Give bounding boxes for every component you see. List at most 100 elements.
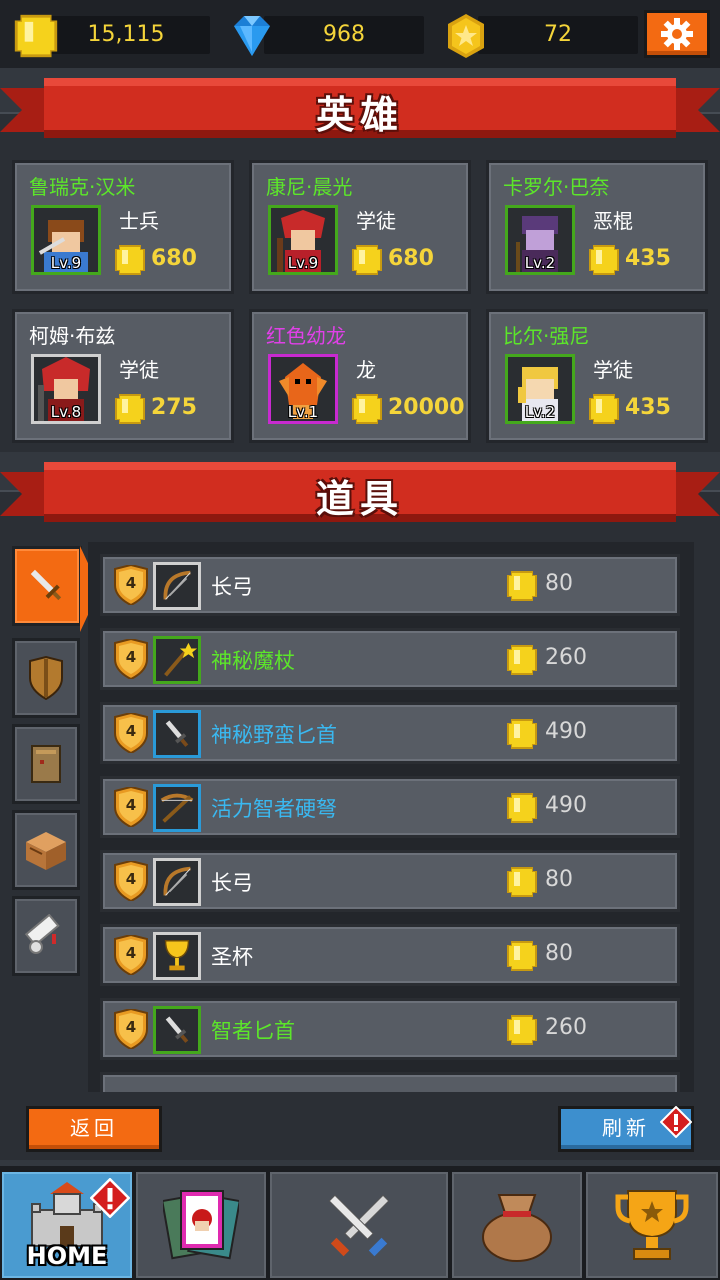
nav-battle[interactable] bbox=[268, 1170, 450, 1280]
gem-value: 968 bbox=[323, 22, 365, 47]
item-tier: 4 bbox=[125, 1018, 137, 1036]
armor-icon bbox=[31, 745, 61, 783]
back-button[interactable]: 返回 bbox=[26, 1106, 162, 1152]
item-tier: 4 bbox=[125, 870, 137, 888]
bow-icon bbox=[163, 570, 191, 600]
hero-class: 学徒 bbox=[119, 358, 159, 382]
item-icon-frame bbox=[153, 784, 201, 832]
gem-counter: 968 bbox=[228, 12, 424, 56]
hero-name: 卡罗尔·巴奈 bbox=[503, 175, 610, 199]
item-tier: 4 bbox=[125, 574, 137, 592]
hero-price: 680 bbox=[151, 246, 197, 271]
hero-card[interactable]: 卡罗尔·巴奈 Lv.2 恶棍 435 bbox=[486, 160, 708, 294]
hero-class: 恶棍 bbox=[593, 209, 633, 233]
gold-coin-icon bbox=[115, 394, 145, 424]
item-name: 神秘野蛮匕首 bbox=[211, 723, 337, 747]
hero-card[interactable]: 康尼·晨光 Lv.9 学徒 680 bbox=[249, 160, 471, 294]
item-row[interactable]: 4 圣杯 80 bbox=[100, 924, 680, 986]
item-row[interactable]: 4 长弓 80 bbox=[100, 554, 680, 616]
item-price: 80 bbox=[545, 571, 573, 596]
hero-name: 红色幼龙 bbox=[266, 324, 346, 348]
item-name: 智者匕首 bbox=[211, 1019, 295, 1043]
category-tab-scrolls[interactable] bbox=[12, 896, 80, 976]
chest-icon bbox=[26, 832, 66, 870]
loot-bag-icon bbox=[482, 1194, 552, 1262]
gold-coin-icon bbox=[507, 645, 537, 675]
gold-coin-icon bbox=[352, 394, 382, 424]
hero-price: 435 bbox=[625, 246, 671, 271]
hero-name: 康尼·晨光 bbox=[266, 175, 353, 199]
item-name: 活力智者硬弩 bbox=[211, 797, 337, 821]
hero-level: Lv.2 bbox=[524, 403, 556, 421]
hero-class: 学徒 bbox=[356, 209, 396, 233]
nav-home[interactable]: HOME bbox=[0, 1170, 134, 1280]
hero-level: Lv.8 bbox=[50, 403, 82, 421]
gold-coin-icon bbox=[352, 245, 382, 275]
hero-card[interactable]: 柯姆·布兹 Lv.8 学徒 275 bbox=[12, 309, 234, 443]
gold-coin-icon bbox=[507, 571, 537, 601]
hero-price: 680 bbox=[388, 246, 434, 271]
hero-card[interactable]: 比尔·强尼 Lv.2 学徒 435 bbox=[486, 309, 708, 443]
gold-coin-icon bbox=[507, 941, 537, 971]
hero-card[interactable]: 红色幼龙 Lv.1 龙 20000 bbox=[249, 309, 471, 443]
home-label: HOME bbox=[26, 1242, 108, 1270]
item-price: 260 bbox=[545, 645, 587, 670]
gear-icon bbox=[661, 18, 693, 50]
item-row-partial[interactable] bbox=[100, 1072, 680, 1092]
bow-icon bbox=[163, 866, 191, 896]
currency-bar: 15,115 968 72 bbox=[0, 0, 720, 68]
item-row[interactable]: 4 神秘魔杖 260 bbox=[100, 628, 680, 690]
dagger-icon bbox=[165, 1016, 189, 1043]
diamond-icon bbox=[234, 16, 270, 56]
bottom-nav: HOME bbox=[0, 1166, 720, 1280]
hero-portrait: Lv.9 bbox=[268, 205, 338, 275]
category-tab-chests[interactable] bbox=[12, 810, 80, 890]
hero-card[interactable]: 鲁瑞克·汉米 Lv.9 士兵 680 bbox=[12, 160, 234, 294]
hero-portrait: Lv.1 bbox=[268, 354, 338, 424]
cards-icon bbox=[163, 1190, 239, 1260]
star-medal-icon bbox=[448, 14, 484, 58]
battle-swords-icon bbox=[328, 1194, 390, 1257]
item-name: 长弓 bbox=[211, 575, 253, 599]
hero-portrait: Lv.9 bbox=[31, 205, 101, 275]
item-row[interactable]: 4 神秘野蛮匕首 490 bbox=[100, 702, 680, 764]
hero-price: 20000 bbox=[388, 395, 465, 420]
gold-coin-icon bbox=[507, 719, 537, 749]
item-price: 260 bbox=[545, 1015, 587, 1040]
item-icon-frame bbox=[153, 710, 201, 758]
item-price: 80 bbox=[545, 867, 573, 892]
medal-value: 72 bbox=[544, 22, 572, 47]
item-icon-frame bbox=[153, 932, 201, 980]
gold-value: 15,115 bbox=[87, 22, 165, 47]
gold-coin-icon bbox=[115, 245, 145, 275]
item-price: 490 bbox=[545, 719, 587, 744]
item-row[interactable]: 4 活力智者硬弩 490 bbox=[100, 776, 680, 838]
item-name: 神秘魔杖 bbox=[211, 649, 295, 673]
alert-icon bbox=[660, 1106, 692, 1138]
item-tier: 4 bbox=[125, 944, 137, 962]
nav-cards[interactable] bbox=[134, 1170, 268, 1280]
scroll-icon bbox=[24, 914, 60, 954]
items-ribbon: 道具 bbox=[0, 456, 720, 532]
settings-button[interactable] bbox=[644, 10, 710, 58]
item-row[interactable]: 4 长弓 80 bbox=[100, 850, 680, 912]
item-row[interactable]: 4 智者匕首 260 bbox=[100, 998, 680, 1060]
nav-trophy[interactable] bbox=[584, 1170, 720, 1280]
nav-loot[interactable] bbox=[450, 1170, 584, 1280]
hero-name: 柯姆·布兹 bbox=[29, 324, 116, 348]
gold-coin-icon bbox=[507, 793, 537, 823]
hero-level: Lv.9 bbox=[287, 254, 319, 272]
gold-coin-icon bbox=[589, 245, 619, 275]
item-price: 490 bbox=[545, 793, 587, 818]
item-list[interactable]: 4 长弓 80 4 神秘魔杖 260 4 神秘野蛮匕首 490 4 活力智者硬弩… bbox=[88, 542, 694, 1092]
dagger-icon bbox=[165, 720, 189, 747]
hero-class: 龙 bbox=[356, 358, 376, 382]
category-tab-armor[interactable] bbox=[12, 724, 80, 804]
items-title: 道具 bbox=[315, 477, 404, 521]
crossbow-icon bbox=[160, 793, 194, 823]
hero-level: Lv.1 bbox=[287, 403, 319, 421]
category-tab-shields[interactable] bbox=[12, 638, 80, 718]
hero-portrait: Lv.2 bbox=[505, 354, 575, 424]
hero-class: 士兵 bbox=[119, 209, 159, 233]
category-tab-weapons[interactable] bbox=[12, 546, 82, 626]
